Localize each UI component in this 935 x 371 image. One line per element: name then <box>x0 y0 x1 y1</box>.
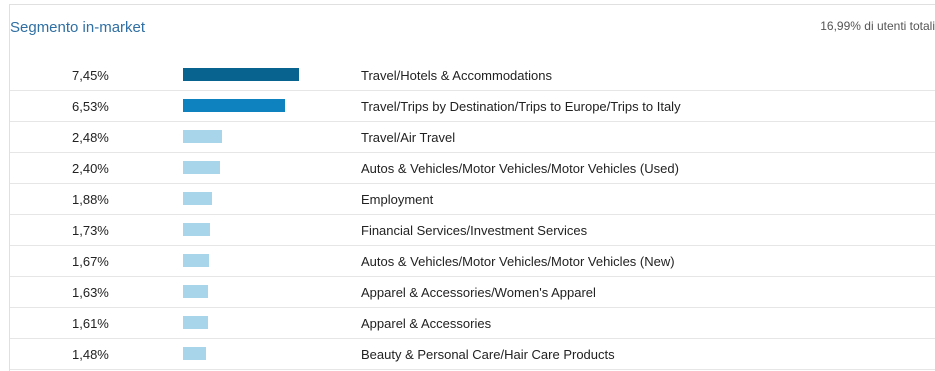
row-percentage: 7,45% <box>72 68 109 83</box>
segment-list: 7,45% Travel/Hotels & Accommodations 6,5… <box>10 60 935 370</box>
row-label: Employment <box>361 192 434 207</box>
row-bar <box>183 68 299 81</box>
row-percentage: 6,53% <box>72 99 109 114</box>
table-row: 2,40% Autos & Vehicles/Motor Vehicles/Mo… <box>10 153 935 184</box>
table-row: 6,53% Travel/Trips by Destination/Trips … <box>10 91 935 122</box>
panel-title: Segmento in-market <box>10 19 146 36</box>
row-label: Autos & Vehicles/Motor Vehicles/Motor Ve… <box>361 161 679 176</box>
row-bar <box>183 161 220 174</box>
row-percentage: 1,48% <box>72 347 109 362</box>
table-row: 1,61% Apparel & Accessories <box>10 308 935 339</box>
table-row: 2,48% Travel/Air Travel <box>10 122 935 153</box>
row-label: Apparel & Accessories <box>361 316 492 331</box>
row-percentage: 1,67% <box>72 254 109 269</box>
row-label: Autos & Vehicles/Motor Vehicles/Motor Ve… <box>361 254 675 269</box>
row-label: Beauty & Personal Care/Hair Care Product… <box>361 347 615 362</box>
row-bar <box>183 99 285 112</box>
row-bar <box>183 254 209 267</box>
panel-header: Segmento in-market 16,99% di utenti tota… <box>10 5 935 45</box>
row-label: Financial Services/Investment Services <box>361 223 588 238</box>
row-percentage: 1,61% <box>72 316 109 331</box>
in-market-segment-panel: Segmento in-market 16,99% di utenti tota… <box>9 4 935 371</box>
row-bar <box>183 130 222 143</box>
total-users-percentage: 16,99% di utenti totali <box>820 19 935 33</box>
table-row: 1,63% Apparel & Accessories/Women's Appa… <box>10 277 935 308</box>
row-percentage: 1,88% <box>72 192 109 207</box>
row-label: Apparel & Accessories/Women's Apparel <box>361 285 596 300</box>
row-bar <box>183 316 208 329</box>
row-label: Travel/Air Travel <box>361 130 456 145</box>
table-row: 7,45% Travel/Hotels & Accommodations <box>10 60 935 91</box>
row-bar <box>183 347 206 360</box>
row-label: Travel/Hotels & Accommodations <box>361 68 552 83</box>
row-bar <box>183 223 210 236</box>
row-percentage: 2,40% <box>72 161 109 176</box>
table-row: 1,73% Financial Services/Investment Serv… <box>10 215 935 246</box>
row-label: Travel/Trips by Destination/Trips to Eur… <box>361 99 681 114</box>
row-percentage: 1,73% <box>72 223 109 238</box>
table-row: 1,48% Beauty & Personal Care/Hair Care P… <box>10 339 935 370</box>
table-row: 1,67% Autos & Vehicles/Motor Vehicles/Mo… <box>10 246 935 277</box>
row-bar <box>183 192 212 205</box>
table-row: 1,88% Employment <box>10 184 935 215</box>
row-bar <box>183 285 208 298</box>
row-percentage: 2,48% <box>72 130 109 145</box>
row-percentage: 1,63% <box>72 285 109 300</box>
